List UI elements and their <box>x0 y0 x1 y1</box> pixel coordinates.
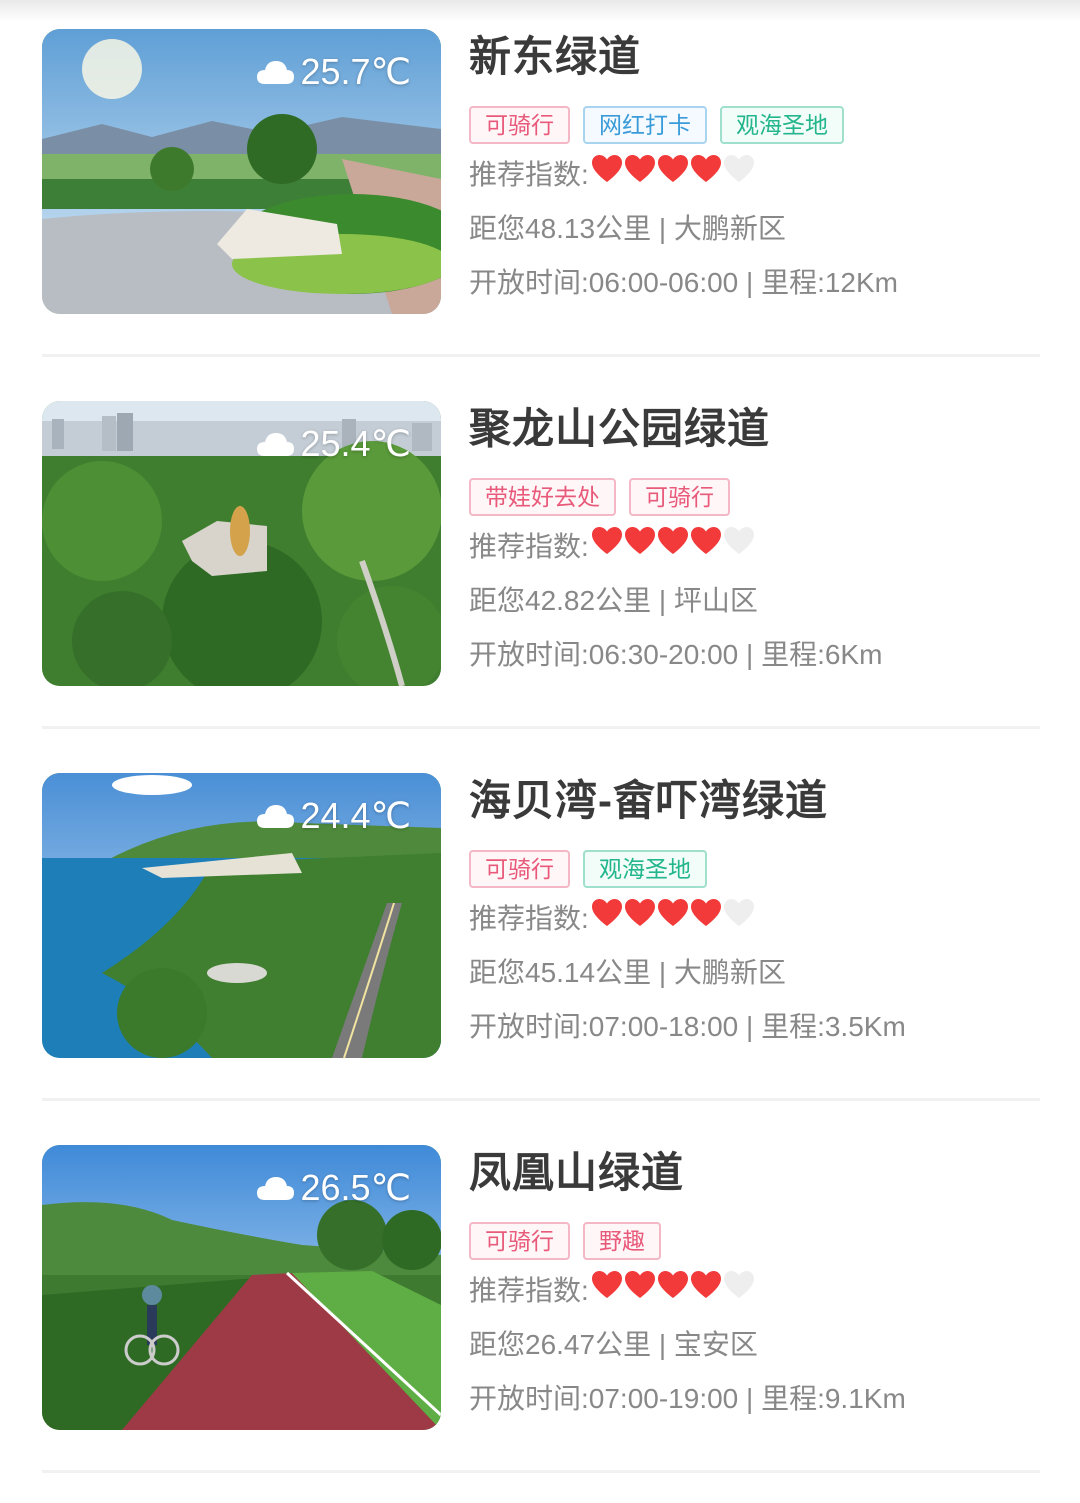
greenway-photo[interactable]: 25.4℃ <box>42 401 441 686</box>
distance-text: 距您45.14公里 | 大鹏新区 <box>469 957 786 988</box>
heart-filled-icon <box>657 520 689 574</box>
tag: 可骑行 <box>469 106 570 144</box>
cloud-icon <box>255 802 295 830</box>
rating-hearts <box>591 892 755 946</box>
tag: 带娃好去处 <box>469 478 616 516</box>
divider <box>42 726 1040 729</box>
rating-label: 推荐指数: <box>469 159 589 190</box>
rating-row: 推荐指数: <box>469 1264 1049 1318</box>
cloud-icon <box>255 430 295 458</box>
tag-list: 可骑行 野趣 <box>469 1222 1049 1260</box>
greenway-info: 海贝湾-畲吓湾绿道 可骑行 观海圣地 推荐指数: 距您45.14公里 | 大鹏新区… <box>469 773 1049 1054</box>
temperature-text: 25.7℃ <box>300 51 412 92</box>
rating-label: 推荐指数: <box>469 1275 589 1306</box>
weather-badge: 24.4℃ <box>255 795 412 837</box>
rating-row: 推荐指数: <box>469 892 1049 946</box>
greenway-card[interactable]: 26.5℃ 凤凰山绿道 可骑行 野趣 推荐指数: 距您26.47公里 | 宝安区 … <box>0 1116 1080 1488</box>
greenway-photo[interactable]: 25.7℃ <box>42 29 441 314</box>
greenway-card[interactable]: 25.4℃ 聚龙山公园绿道 带娃好去处 可骑行 推荐指数: 距您42.82公里 |… <box>0 372 1080 744</box>
weather-badge: 25.4℃ <box>255 423 412 465</box>
divider <box>42 354 1040 357</box>
heart-filled-icon <box>657 1264 689 1318</box>
greenway-info: 聚龙山公园绿道 带娃好去处 可骑行 推荐指数: 距您42.82公里 | 坪山区 开… <box>469 401 1049 682</box>
heart-filled-icon <box>690 148 722 202</box>
heart-filled-icon <box>591 892 623 946</box>
heart-filled-icon <box>657 892 689 946</box>
tag: 观海圣地 <box>720 106 844 144</box>
tag: 可骑行 <box>469 850 570 888</box>
heart-filled-icon <box>624 892 656 946</box>
tag: 可骑行 <box>629 478 730 516</box>
cloud-icon <box>255 58 295 86</box>
heart-filled-icon <box>690 892 722 946</box>
greenway-info: 新东绿道 可骑行 网红打卡 观海圣地 推荐指数: 距您48.13公里 | 大鹏新区 … <box>469 29 1049 310</box>
weather-badge: 25.7℃ <box>255 51 412 93</box>
temperature-text: 26.5℃ <box>300 1167 412 1208</box>
heart-filled-icon <box>624 1264 656 1318</box>
greenway-photo[interactable]: 24.4℃ <box>42 773 441 1058</box>
heart-filled-icon <box>591 1264 623 1318</box>
hours-mileage-text: 开放时间:06:00-06:00 | 里程:12Km <box>469 267 898 298</box>
weather-badge: 26.5℃ <box>255 1167 412 1209</box>
heart-empty-icon <box>723 1264 755 1318</box>
hours-mileage-text: 开放时间:07:00-18:00 | 里程:3.5Km <box>469 1011 906 1042</box>
heart-filled-icon <box>624 520 656 574</box>
heart-filled-icon <box>657 148 689 202</box>
greenway-info: 凤凰山绿道 可骑行 野趣 推荐指数: 距您26.47公里 | 宝安区 开放时间:0… <box>469 1145 1049 1426</box>
tag: 网红打卡 <box>583 106 707 144</box>
tag-list: 可骑行 观海圣地 <box>469 850 1049 888</box>
tag-list: 带娃好去处 可骑行 <box>469 478 1049 516</box>
heart-filled-icon <box>591 148 623 202</box>
distance-text: 距您42.82公里 | 坪山区 <box>469 585 758 616</box>
greenway-title[interactable]: 聚龙山公园绿道 <box>469 401 1049 457</box>
heart-filled-icon <box>690 1264 722 1318</box>
rating-label: 推荐指数: <box>469 903 589 934</box>
heart-empty-icon <box>723 148 755 202</box>
cloud-icon <box>255 1174 295 1202</box>
heart-filled-icon <box>624 148 656 202</box>
tag: 观海圣地 <box>583 850 707 888</box>
greenway-title[interactable]: 凤凰山绿道 <box>469 1145 1049 1201</box>
greenway-title[interactable]: 新东绿道 <box>469 29 1049 85</box>
tag: 野趣 <box>583 1222 661 1260</box>
greenway-list: 25.7℃ 新东绿道 可骑行 网红打卡 观海圣地 推荐指数: 距您48.13公里 |… <box>0 0 1080 1488</box>
divider <box>42 1470 1040 1473</box>
tag-list: 可骑行 网红打卡 观海圣地 <box>469 106 1049 144</box>
greenway-title[interactable]: 海贝湾-畲吓湾绿道 <box>469 773 1049 829</box>
distance-text: 距您26.47公里 | 宝安区 <box>469 1329 758 1360</box>
distance-text: 距您48.13公里 | 大鹏新区 <box>469 213 786 244</box>
greenway-card[interactable]: 25.7℃ 新东绿道 可骑行 网红打卡 观海圣地 推荐指数: 距您48.13公里 |… <box>0 0 1080 372</box>
heart-empty-icon <box>723 520 755 574</box>
temperature-text: 25.4℃ <box>300 423 412 464</box>
rating-row: 推荐指数: <box>469 520 1049 574</box>
rating-hearts <box>591 520 755 574</box>
greenway-card[interactable]: 24.4℃ 海贝湾-畲吓湾绿道 可骑行 观海圣地 推荐指数: 距您45.14公里 … <box>0 744 1080 1116</box>
tag: 可骑行 <box>469 1222 570 1260</box>
heart-filled-icon <box>591 520 623 574</box>
rating-row: 推荐指数: <box>469 148 1049 202</box>
rating-hearts <box>591 1264 755 1318</box>
greenway-photo[interactable]: 26.5℃ <box>42 1145 441 1430</box>
hours-mileage-text: 开放时间:07:00-19:00 | 里程:9.1Km <box>469 1383 906 1414</box>
temperature-text: 24.4℃ <box>300 795 412 836</box>
heart-filled-icon <box>690 520 722 574</box>
heart-empty-icon <box>723 892 755 946</box>
rating-label: 推荐指数: <box>469 531 589 562</box>
hours-mileage-text: 开放时间:06:30-20:00 | 里程:6Km <box>469 639 883 670</box>
divider <box>42 1098 1040 1101</box>
rating-hearts <box>591 148 755 202</box>
